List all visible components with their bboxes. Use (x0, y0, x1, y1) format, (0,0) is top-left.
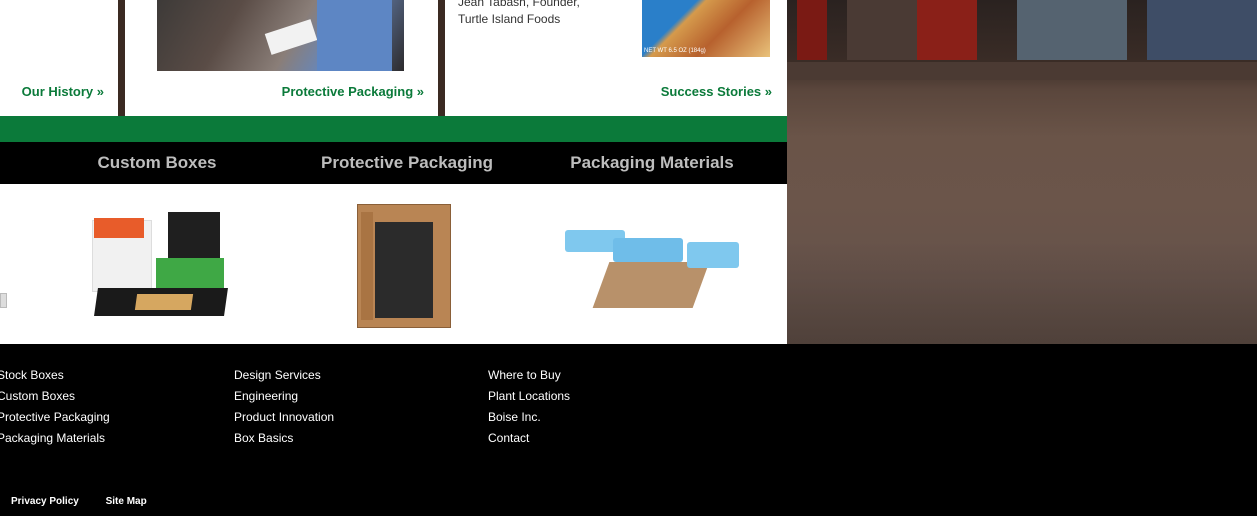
foam-piece (613, 238, 683, 262)
foam-piece (687, 242, 739, 268)
category-nav: Custom Boxes Protective Packaging Packag… (0, 142, 787, 184)
nav-custom-boxes[interactable]: Custom Boxes (32, 142, 282, 184)
history-card: Our History » (0, 0, 118, 116)
floor-line (787, 62, 1257, 80)
our-history-link[interactable]: Our History » (22, 84, 104, 99)
custom-boxes-image[interactable] (88, 208, 238, 320)
footer-column-products: Stock Boxes Custom Boxes Protective Pack… (0, 365, 110, 449)
shelf (797, 0, 827, 60)
shelf (917, 0, 977, 60)
footer-link-protective-packaging[interactable]: Protective Packaging (0, 407, 110, 428)
paper (264, 19, 318, 55)
footer-link-plant-locations[interactable]: Plant Locations (488, 386, 570, 407)
dark-insert (375, 222, 433, 318)
quote-line-2: Turtle Island Foods (458, 12, 561, 26)
product-net-weight: NET WT 6.5 OZ (184g) (644, 48, 706, 54)
footer-link-design-services[interactable]: Design Services (234, 365, 334, 386)
footer-link-packaging-materials[interactable]: Packaging Materials (0, 428, 110, 449)
carousel-edge-tab[interactable] (0, 293, 7, 308)
nav-packaging-materials[interactable]: Packaging Materials (532, 142, 772, 184)
success-stories-link[interactable]: Success Stories » (661, 84, 772, 99)
site-map-link[interactable]: Site Map (106, 496, 147, 507)
success-stories-card: Jean Tabash, Founder, Turtle Island Food… (445, 0, 787, 116)
quote-attribution: Jean Tabash, Founder, Turtle Island Food… (458, 0, 580, 28)
shelf (1147, 0, 1257, 60)
box-label (134, 294, 194, 310)
footer-column-services: Design Services Engineering Product Inno… (234, 365, 334, 449)
shoe-box (94, 288, 228, 316)
product-images-row (0, 184, 787, 344)
footer-link-product-innovation[interactable]: Product Innovation (234, 407, 334, 428)
nav-protective-packaging[interactable]: Protective Packaging (282, 142, 532, 184)
person-shirt (317, 0, 392, 71)
shelf (847, 0, 927, 60)
shelf (1017, 0, 1127, 60)
sandwich-product-image: NET WT 6.5 OZ (184g) (642, 0, 770, 57)
privacy-policy-link[interactable]: Privacy Policy (11, 496, 79, 507)
green-divider (0, 116, 787, 142)
protective-packaging-link[interactable]: Protective Packaging » (282, 84, 424, 99)
legal-links: Privacy Policy Site Map (11, 496, 171, 507)
footer-link-custom-boxes[interactable]: Custom Boxes (0, 386, 110, 407)
quote-line-1: Jean Tabash, Founder, (458, 0, 580, 9)
cardboard-base (592, 262, 710, 308)
warehouse-background-photo (787, 0, 1257, 344)
honeycomb-side (361, 212, 373, 320)
footer-link-box-basics[interactable]: Box Basics (234, 428, 334, 449)
packaging-materials-image[interactable] (565, 222, 740, 314)
orange-box (94, 218, 144, 238)
protective-card: Protective Packaging » (125, 0, 438, 116)
footer-column-company: Where to Buy Plant Locations Boise Inc. … (488, 365, 570, 449)
footer-link-contact[interactable]: Contact (488, 428, 570, 449)
footer-link-where-to-buy[interactable]: Where to Buy (488, 365, 570, 386)
footer-link-boise-inc[interactable]: Boise Inc. (488, 407, 570, 428)
team-meeting-photo (157, 0, 404, 71)
footer-link-stock-boxes[interactable]: Stock Boxes (0, 365, 110, 386)
protective-packaging-image[interactable] (357, 204, 451, 328)
footer-link-engineering[interactable]: Engineering (234, 386, 334, 407)
